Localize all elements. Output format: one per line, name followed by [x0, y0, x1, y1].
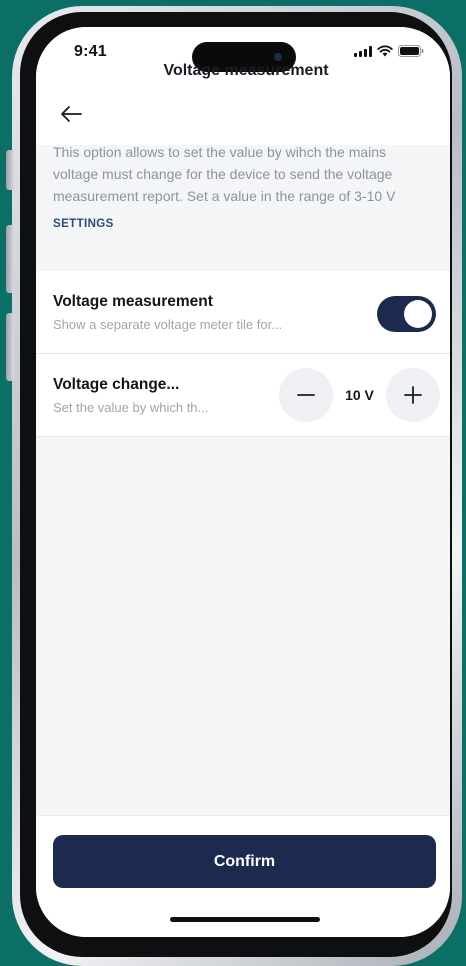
wifi-icon: [377, 45, 393, 57]
setting-title: Voltage change...: [53, 376, 180, 393]
settings-list: Voltage measurement Show a separate volt…: [36, 271, 450, 437]
content-area: This option allows to set the value by w…: [36, 127, 450, 230]
voltage-measurement-toggle[interactable]: [377, 296, 436, 332]
status-icons: [354, 45, 424, 57]
stepper-value: 10 V: [345, 387, 374, 403]
minus-icon: [297, 394, 315, 396]
setting-row-voltage-measurement: Voltage measurement Show a separate volt…: [36, 271, 450, 354]
voltage-change-stepper: 10 V: [279, 367, 440, 423]
toggle-knob: [404, 300, 432, 328]
status-time: 9:41: [74, 43, 107, 60]
setting-row-voltage-change: Voltage change... Set the value by which…: [36, 354, 450, 437]
phone-volume-up-button: [6, 225, 14, 293]
arrow-left-icon: [61, 106, 82, 122]
setting-subtitle: Set the value by which th...: [53, 400, 209, 415]
plus-icon: [404, 386, 422, 404]
setting-title: Voltage measurement: [53, 293, 213, 310]
home-indicator[interactable]: [170, 917, 320, 922]
bottom-bar: Confirm: [36, 815, 450, 937]
camera-icon: [274, 53, 282, 61]
signal-icon: [354, 45, 372, 57]
phone-volume-down-button: [6, 313, 14, 381]
phone-side-button: [6, 150, 14, 190]
battery-icon: [398, 45, 424, 57]
page-title: Voltage measurement: [163, 62, 329, 79]
back-button[interactable]: [56, 99, 86, 129]
confirm-button[interactable]: Confirm: [53, 835, 436, 888]
phone-screen: 9:41 Voltage measurement This option all…: [36, 27, 450, 937]
increment-button[interactable]: [386, 368, 440, 422]
decrement-button[interactable]: [279, 368, 333, 422]
section-label: SETTINGS: [53, 218, 114, 230]
description-text: This option allows to set the value by w…: [53, 144, 396, 204]
setting-subtitle: Show a separate voltage meter tile for..…: [53, 317, 283, 332]
